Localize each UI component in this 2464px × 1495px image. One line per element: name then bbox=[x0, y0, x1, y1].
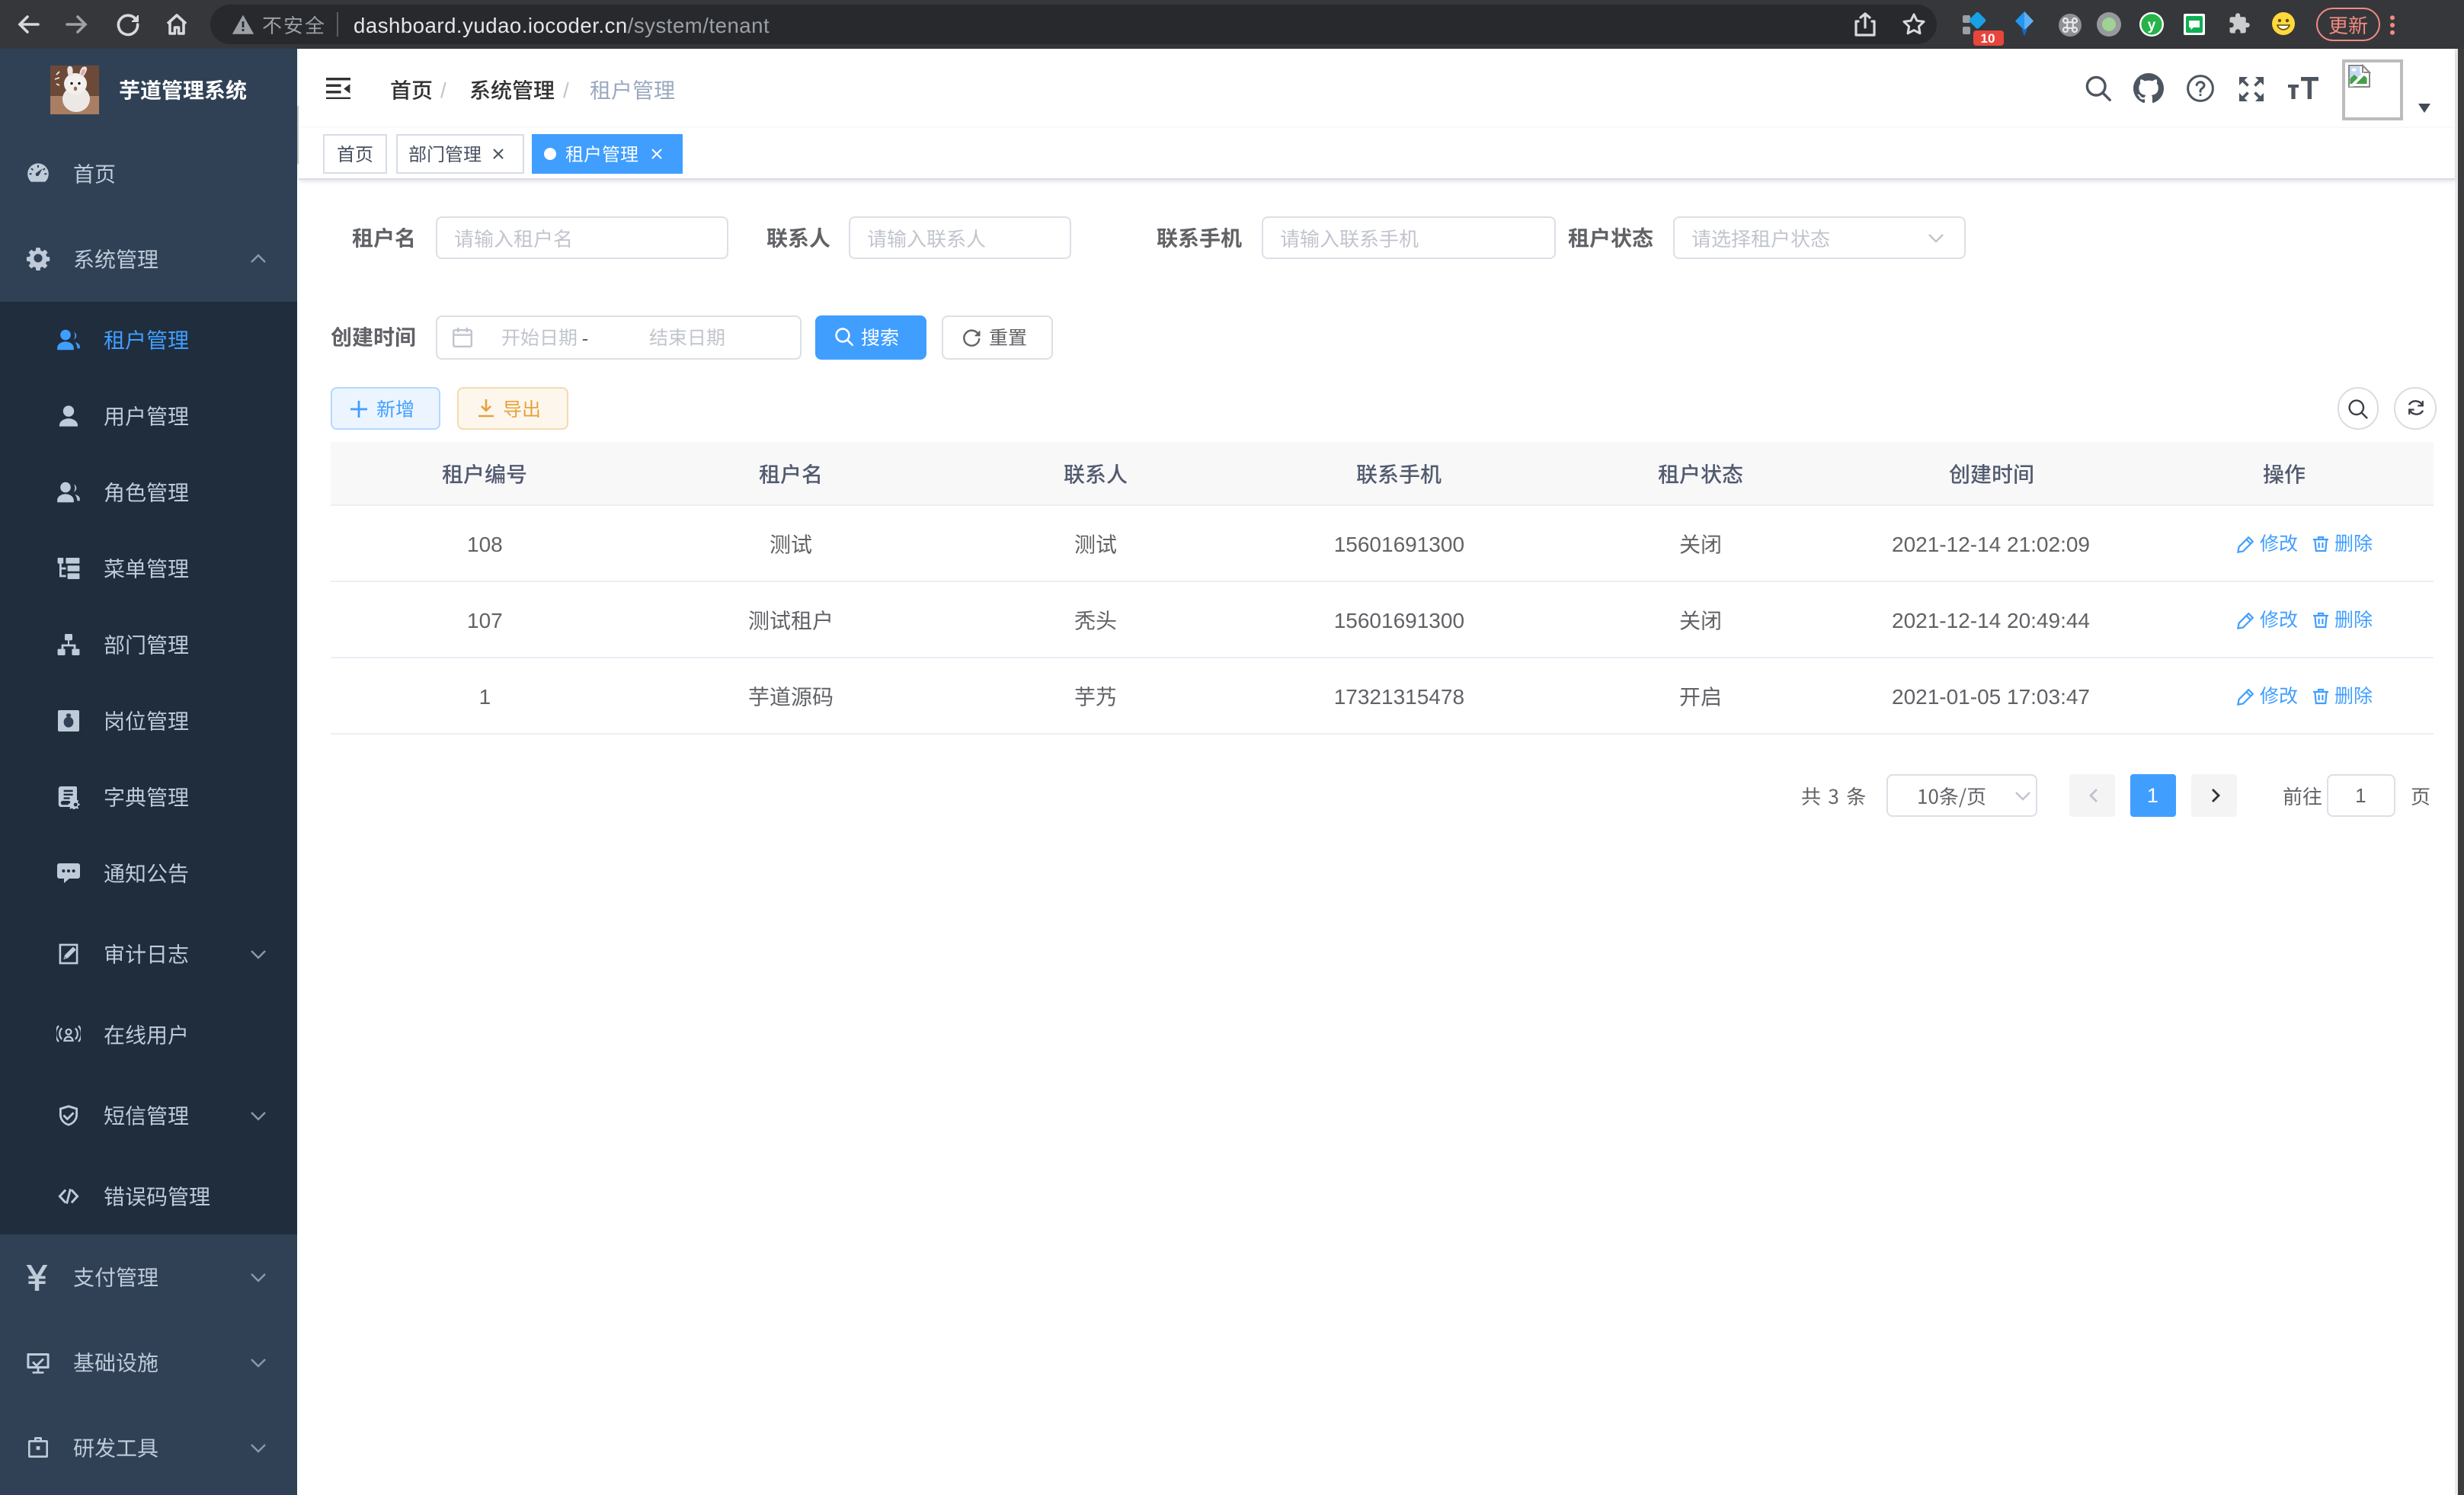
svg-text:y: y bbox=[2148, 18, 2156, 34]
